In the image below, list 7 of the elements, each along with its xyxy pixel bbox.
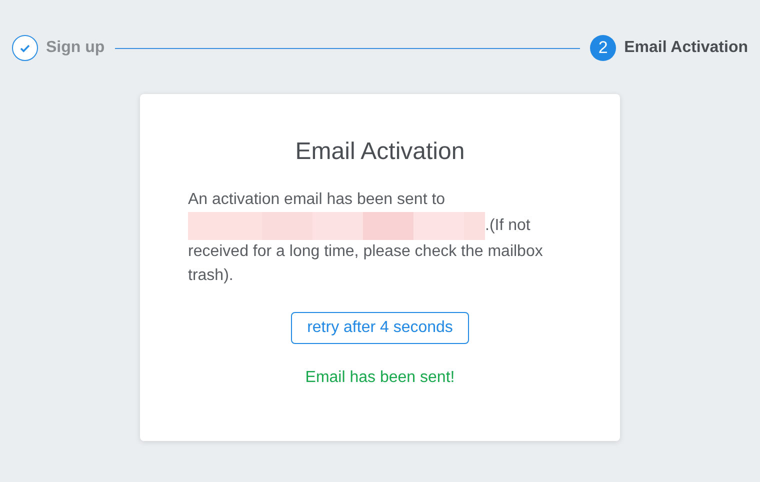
step-label: Email Activation <box>624 38 748 58</box>
retry-button[interactable]: retry after 4 seconds <box>291 312 469 344</box>
step-number: 2 <box>590 35 616 61</box>
status-message: Email has been sent! <box>305 368 455 388</box>
card-title: Email Activation <box>295 137 465 167</box>
step-label: Sign up <box>46 38 105 58</box>
activation-message: An activation email has been sent to .(If not received for a long time, please check the mailbox trash). <box>188 190 544 286</box>
